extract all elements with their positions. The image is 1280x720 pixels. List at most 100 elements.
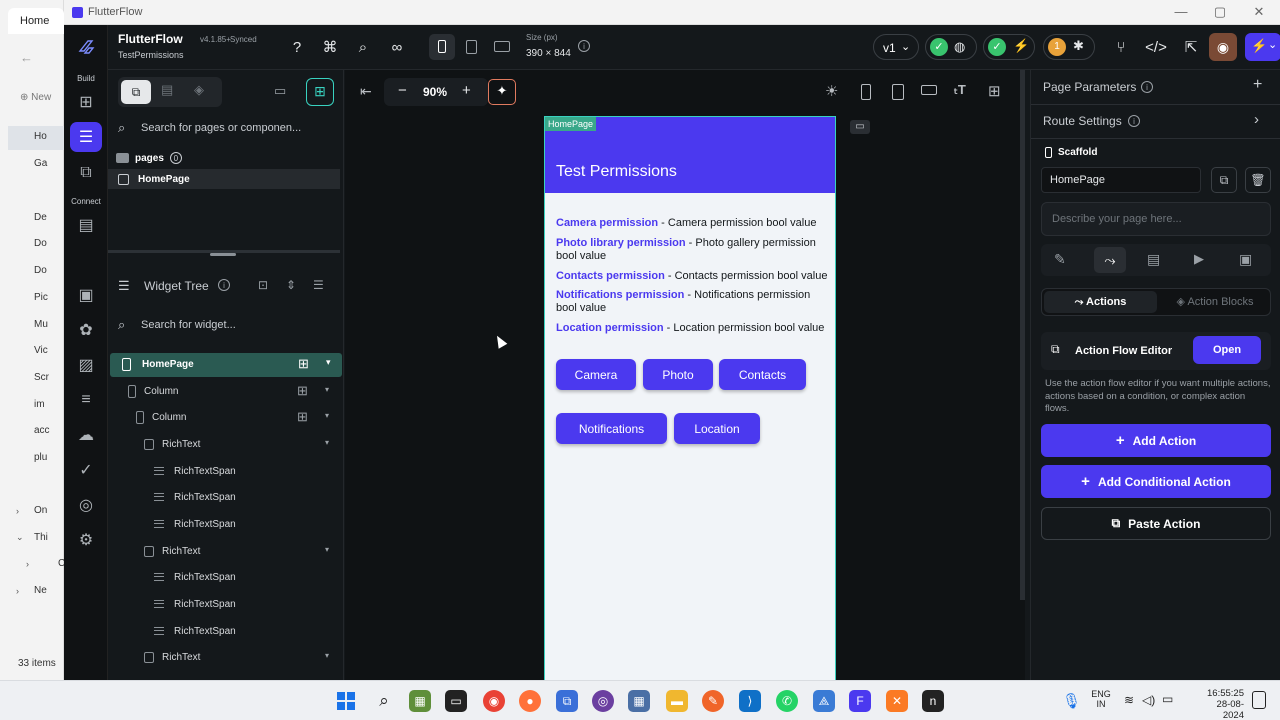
- zoom-in-icon[interactable]: +: [462, 82, 471, 99]
- explorer-tab-home[interactable]: Home: [8, 8, 64, 34]
- phone-preview[interactable]: HomePage Test Permissions Camera permiss…: [544, 116, 836, 686]
- dropdown-caret-icon[interactable]: ▾: [325, 651, 329, 660]
- integrations-icon[interactable]: ✿: [75, 319, 97, 341]
- vscode-icon[interactable]: ⟩: [739, 690, 761, 712]
- components-tab-icon[interactable]: ▤: [161, 82, 173, 98]
- tree-node-richtextspan[interactable]: RichTextSpan: [108, 618, 340, 644]
- postman-icon[interactable]: ✎: [702, 690, 724, 712]
- tests-icon[interactable]: ✓: [75, 459, 97, 481]
- minimize-icon[interactable]: —: [1166, 4, 1196, 19]
- app-icon[interactable]: ⧉: [556, 690, 578, 712]
- page-item-homepage[interactable]: HomePage: [108, 169, 340, 189]
- permission-text-contacts[interactable]: Contacts permission - Contacts permissio…: [556, 270, 836, 283]
- dropdown-caret-icon[interactable]: ▾: [325, 411, 329, 420]
- route-settings-label[interactable]: Route Settings: [1043, 114, 1122, 128]
- add-parameter-icon[interactable]: +: [1253, 76, 1262, 94]
- dropdown-caret-icon[interactable]: ▾: [326, 357, 331, 368]
- start-windows-icon[interactable]: [335, 690, 357, 712]
- chevron-right-icon[interactable]: ›: [1254, 111, 1259, 128]
- add-child-icon[interactable]: ⊞: [297, 409, 308, 425]
- tree-node-richtext[interactable]: RichText ▾: [108, 644, 340, 670]
- expand-chevron-icon[interactable]: ›: [16, 506, 19, 516]
- backend-query-icon[interactable]: ▤: [1147, 251, 1160, 268]
- store-icon[interactable]: ⟁: [813, 690, 835, 712]
- microphone-icon[interactable]: 🎙: [1062, 692, 1081, 710]
- tree-node-richtext[interactable]: RichText ▾: [108, 538, 340, 564]
- new-folder-icon[interactable]: ▭: [274, 83, 286, 99]
- explorer-item[interactable]: Pic: [34, 292, 64, 308]
- lock-icon[interactable]: ⊡: [258, 278, 268, 292]
- chrome-icon[interactable]: ◉: [483, 690, 505, 712]
- back-arrow-icon[interactable]: ←: [20, 50, 33, 65]
- add-action-button[interactable]: + Add Action: [1041, 424, 1271, 457]
- open-external-icon[interactable]: ⇱: [1181, 37, 1201, 57]
- zoom-out-icon[interactable]: −: [398, 82, 407, 99]
- search-icon[interactable]: ⌕: [353, 37, 373, 57]
- explorer-item[interactable]: Mu: [34, 319, 64, 335]
- battery-icon[interactable]: ▭: [1162, 692, 1173, 706]
- node-icon[interactable]: n: [922, 690, 944, 712]
- desktop-icon[interactable]: [494, 41, 510, 52]
- tree-options-icon[interactable]: ☰: [313, 278, 324, 292]
- actions-tab-icon[interactable]: ⤳: [1094, 247, 1126, 273]
- add-child-icon[interactable]: ⊞: [298, 356, 309, 372]
- explorer-item[interactable]: Vic: [34, 345, 64, 361]
- canvas-scrollbar[interactable]: [1020, 70, 1025, 600]
- widget-search-input[interactable]: Search for widget...: [141, 319, 236, 331]
- permission-text-camera[interactable]: Camera permission - Camera permission bo…: [556, 217, 836, 230]
- media-assets-icon[interactable]: ▨: [75, 354, 97, 376]
- photo-button[interactable]: Photo: [643, 359, 713, 390]
- tree-node-richtextspan[interactable]: RichTextSpan: [108, 591, 340, 617]
- action-blocks-tab[interactable]: ◈ Action Blocks: [1160, 291, 1270, 313]
- widget-search-bar[interactable]: ⌕ Search for widget...: [108, 312, 340, 340]
- device-phone-button[interactable]: [429, 34, 455, 60]
- explorer-item[interactable]: plu: [34, 452, 64, 468]
- issues-pill[interactable]: 1 ✱: [1043, 34, 1095, 60]
- add-page-button[interactable]: ⊞: [306, 78, 334, 106]
- info-icon[interactable]: i: [218, 279, 230, 291]
- terminal-icon[interactable]: ▭: [445, 690, 467, 712]
- file-explorer-icon[interactable]: ▬: [666, 690, 688, 712]
- explorer-item[interactable]: Ne: [34, 585, 64, 601]
- expand-chevron-icon[interactable]: ›: [26, 559, 29, 569]
- contacts-button[interactable]: Contacts: [719, 359, 806, 390]
- language-indicator[interactable]: ENG IN: [1090, 689, 1112, 709]
- widget-state-icon[interactable]: ▣: [1239, 251, 1252, 268]
- info-icon[interactable]: i: [1128, 115, 1140, 127]
- info-icon[interactable]: i: [1141, 81, 1153, 93]
- explorer-item[interactable]: On: [34, 505, 64, 521]
- xampp-icon[interactable]: ✕: [886, 690, 908, 712]
- info-icon[interactable]: i: [578, 40, 590, 52]
- library-tab-icon[interactable]: ◈: [194, 82, 204, 98]
- volume-icon[interactable]: ◁): [1142, 693, 1155, 707]
- permission-text-notifications[interactable]: Notifications permission - Notifications…: [556, 289, 826, 315]
- tree-node-column[interactable]: Column ⊞ ▾: [108, 404, 340, 430]
- tree-node-homepage[interactable]: HomePage ⊞ ▾: [110, 353, 342, 377]
- add-conditional-action-button[interactable]: + Add Conditional Action: [1041, 465, 1271, 498]
- taskbar-search-icon[interactable]: ⌕: [373, 690, 395, 712]
- explorer-item[interactable]: acc: [34, 425, 64, 441]
- command-palette-icon[interactable]: ⌘: [320, 37, 340, 57]
- canvas-option-toggle[interactable]: ▭: [850, 120, 870, 134]
- dropdown-caret-icon[interactable]: ▾: [325, 438, 329, 447]
- open-editor-button[interactable]: Open: [1193, 336, 1261, 364]
- dropdown-caret-icon[interactable]: ▾: [325, 385, 329, 394]
- github-icon[interactable]: ◎: [592, 690, 614, 712]
- widgets-icon[interactable]: ▦: [409, 690, 431, 712]
- location-button[interactable]: Location: [674, 413, 760, 444]
- delete-trash-icon[interactable]: 🗑: [1245, 167, 1271, 193]
- layout-debug-icon[interactable]: ⊞: [988, 82, 1001, 100]
- pages-folder[interactable]: pages 0: [116, 150, 182, 166]
- project-name[interactable]: TestPermissions: [118, 50, 184, 60]
- whatsapp-icon[interactable]: ✆: [776, 690, 798, 712]
- collapse-panel-icon[interactable]: ⇤: [360, 83, 372, 100]
- page-search-bar[interactable]: ⌕ Search for pages or componen...: [108, 115, 340, 143]
- copy-icon[interactable]: ⧉: [1211, 167, 1237, 193]
- page-description-input[interactable]: Describe your page here...: [1041, 202, 1271, 236]
- tree-node-richtext[interactable]: RichText ▾: [108, 431, 340, 457]
- maximize-icon[interactable]: ▢: [1205, 4, 1235, 20]
- collapse-chevron-icon[interactable]: ⌄: [16, 532, 24, 543]
- new-button[interactable]: ⊕ New: [20, 92, 51, 103]
- widget-tree-icon[interactable]: ☰: [70, 122, 102, 152]
- paste-action-button[interactable]: ⧉ Paste Action: [1041, 507, 1271, 540]
